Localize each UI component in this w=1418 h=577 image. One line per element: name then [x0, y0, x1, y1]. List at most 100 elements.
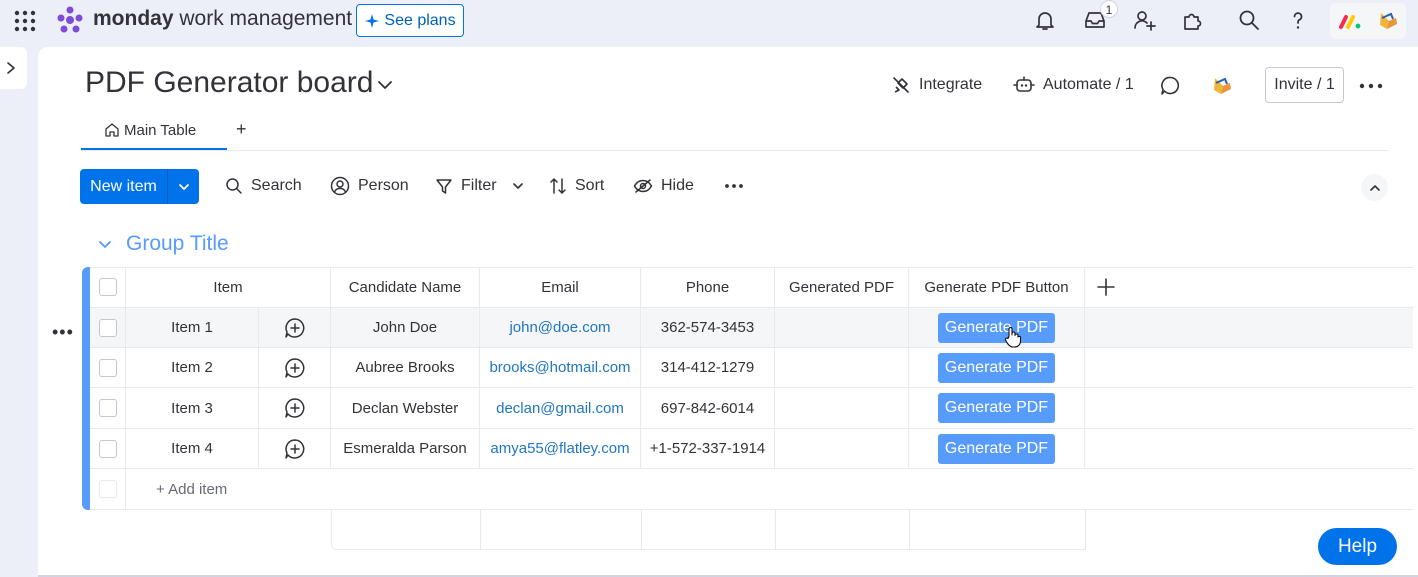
item-updates-cell[interactable]: [258, 388, 331, 429]
board-owner-avatar-icon[interactable]: [1210, 74, 1234, 98]
integrate-button[interactable]: Integrate: [891, 70, 982, 100]
monday-colors-icon: [1339, 15, 1361, 29]
search-icon[interactable]: [1237, 8, 1261, 32]
item-name-cell[interactable]: Item 2: [126, 348, 258, 388]
row-more-options-icon[interactable]: •••: [52, 322, 74, 343]
sort-button[interactable]: Sort: [549, 175, 604, 197]
more-options-icon[interactable]: [1359, 82, 1383, 90]
chevron-up-icon: [1369, 184, 1380, 191]
header-select-all-cell: [90, 267, 126, 308]
row-checkbox[interactable]: [98, 439, 117, 458]
empty-cell: [1085, 388, 1413, 429]
chevron-down-icon: [178, 183, 189, 190]
item-updates-cell[interactable]: [258, 308, 331, 348]
new-item-button[interactable]: New item: [80, 169, 199, 204]
column-header-item[interactable]: Item: [126, 267, 331, 308]
add-item-checkbox: [98, 480, 117, 498]
toolbar-more-icon[interactable]: [724, 183, 744, 189]
summary-divider: [641, 510, 642, 550]
generated-pdf-cell[interactable]: [775, 348, 909, 388]
top-bar: monday work management See plans 1: [0, 0, 1418, 46]
add-update-icon: [284, 317, 304, 338]
column-header-email[interactable]: Email: [480, 267, 641, 308]
row-checkbox[interactable]: [98, 399, 117, 417]
email-cell[interactable]: amya55@flatley.com: [480, 429, 641, 469]
item-updates-cell[interactable]: [258, 429, 331, 469]
generate-pdf-button[interactable]: Generate PDF: [938, 433, 1055, 464]
candidate-name-cell[interactable]: Declan Webster: [331, 388, 480, 429]
tab-main-table[interactable]: Main Table: [104, 120, 196, 140]
generated-pdf-cell[interactable]: [775, 308, 909, 348]
person-filter-button[interactable]: Person: [330, 175, 409, 197]
apps-grid-icon[interactable]: [13, 9, 37, 33]
candidate-name-cell[interactable]: John Doe: [331, 308, 480, 348]
empty-cell: [1085, 429, 1413, 469]
filter-button[interactable]: Filter: [435, 175, 525, 197]
item-name-cell[interactable]: Item 3: [126, 388, 258, 429]
item-updates-cell[interactable]: [258, 348, 331, 388]
board-title[interactable]: PDF Generator board: [85, 66, 373, 100]
invite-button[interactable]: Invite / 1: [1265, 67, 1344, 103]
new-item-label[interactable]: New item: [80, 169, 167, 204]
column-header-generate-pdf-button[interactable]: Generate PDF Button: [909, 267, 1085, 308]
phone-cell[interactable]: +1-572-337-1914: [641, 429, 775, 469]
search-tool-button[interactable]: Search: [225, 175, 302, 197]
automate-button[interactable]: Automate / 1: [1013, 70, 1134, 100]
bell-icon[interactable]: [1033, 8, 1057, 32]
column-header-candidate-name[interactable]: Candidate Name: [331, 267, 480, 308]
brand-bold: monday: [93, 7, 174, 30]
see-plans-button[interactable]: See plans: [356, 4, 464, 37]
brand-name[interactable]: monday work management: [93, 7, 352, 31]
generated-pdf-cell[interactable]: [775, 388, 909, 429]
select-all-checkbox[interactable]: [98, 278, 117, 296]
hand-cursor-icon: [1004, 327, 1022, 348]
robot-icon: [1013, 76, 1035, 92]
phone-cell[interactable]: 697-842-6014: [641, 388, 775, 429]
add-item-row[interactable]: + Add item: [126, 469, 1413, 510]
generated-pdf-cell[interactable]: [775, 429, 909, 469]
item-name-cell[interactable]: Item 1: [126, 308, 258, 348]
brand-rest: work management: [179, 7, 353, 30]
email-cell[interactable]: john@doe.com: [480, 308, 641, 348]
summary-divider: [1085, 510, 1086, 550]
collapse-header-button[interactable]: [1361, 174, 1388, 201]
generate-pdf-button[interactable]: Generate PDF: [938, 312, 1055, 343]
help-button[interactable]: Help: [1318, 528, 1397, 565]
add-column-plus-icon[interactable]: [1097, 278, 1115, 296]
person-icon: [330, 176, 350, 196]
email-cell[interactable]: brooks@hotmail.com: [480, 348, 641, 388]
row-checkbox[interactable]: [98, 358, 117, 377]
item-name-cell[interactable]: Item 4: [126, 429, 258, 469]
updates-comment-icon[interactable]: [1160, 75, 1181, 96]
generate-pdf-button[interactable]: Generate PDF: [938, 393, 1055, 423]
generate-pdf-cell: Generate PDF: [909, 348, 1085, 388]
email-cell[interactable]: declan@gmail.com: [480, 388, 641, 429]
chevron-down-icon[interactable]: [375, 75, 395, 95]
group-collapse-chevron-icon[interactable]: [97, 236, 113, 252]
hide-button[interactable]: Hide: [633, 175, 694, 197]
chevron-down-icon[interactable]: [511, 179, 525, 193]
new-item-dropdown[interactable]: [168, 169, 199, 204]
column-header-generated-pdf[interactable]: Generated PDF: [775, 267, 909, 308]
sidebar-expand-toggle[interactable]: [0, 47, 27, 89]
phone-cell[interactable]: 314-412-1279: [641, 348, 775, 388]
column-header-phone[interactable]: Phone: [641, 267, 775, 308]
eye-hidden-icon: [633, 179, 653, 193]
row-checkbox[interactable]: [98, 318, 117, 337]
apps-puzzle-icon[interactable]: [1181, 8, 1205, 32]
invite-member-icon[interactable]: [1132, 8, 1156, 32]
phone-cell[interactable]: 362-574-3453: [641, 308, 775, 348]
group-color-bar: [82, 267, 90, 510]
generate-pdf-button[interactable]: Generate PDF: [938, 352, 1055, 383]
group-title[interactable]: Group Title: [126, 232, 229, 256]
candidate-name-cell[interactable]: Aubree Brooks: [331, 348, 480, 388]
person-filter-label: Person: [358, 177, 409, 194]
row-checkbox-cell: [90, 388, 126, 429]
add-update-icon: [284, 438, 304, 459]
help-question-icon[interactable]: [1286, 8, 1310, 32]
account-area[interactable]: [1330, 3, 1406, 39]
filter-label: Filter: [461, 177, 497, 194]
candidate-name-cell[interactable]: Esmeralda Parson: [331, 429, 480, 469]
empty-cell: [1085, 308, 1413, 348]
add-view-button[interactable]: +: [236, 119, 247, 140]
